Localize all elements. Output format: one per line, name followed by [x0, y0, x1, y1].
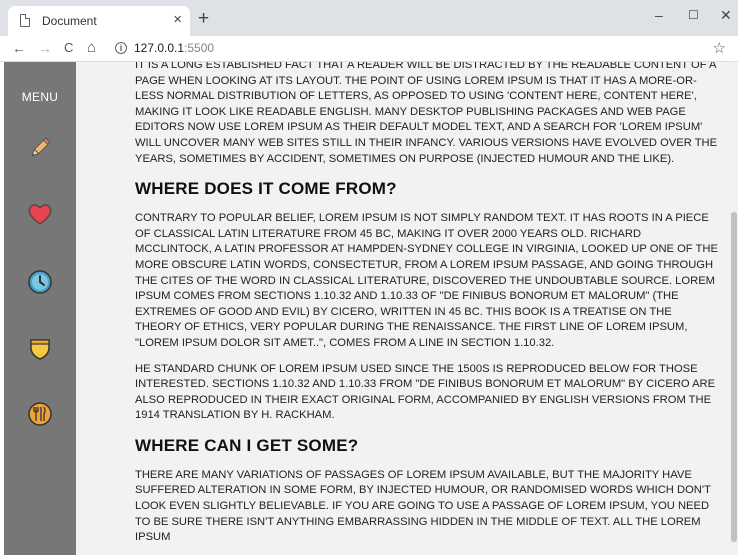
- heading-where-get: Where can I get some?: [135, 435, 359, 455]
- main-content: It is a long established fact that a rea…: [76, 62, 730, 555]
- heading-where-from: Where does it come from?: [135, 179, 397, 199]
- maximize-button[interactable]: ☐: [688, 6, 699, 24]
- shield-icon[interactable]: [26, 334, 54, 362]
- menu-label[interactable]: MENU: [4, 90, 76, 104]
- paragraph-origin: Contrary to popular belief, Lorem Ipsum …: [135, 212, 718, 349]
- sidebar: MENU: [4, 62, 76, 555]
- paragraph-standard-chunk: he standard chunk of Lorem Ipsum used si…: [135, 362, 716, 422]
- url-port: :5500: [184, 41, 215, 55]
- reload-button[interactable]: C: [64, 39, 73, 57]
- paragraph-intro: It is a long established fact that a rea…: [135, 62, 718, 165]
- minimize-button[interactable]: –: [655, 6, 663, 24]
- browser-toolbar: ← → C ⌂ i 127.0.0.1:5500 ☆: [0, 36, 738, 62]
- browser-tab[interactable]: Document ×: [8, 6, 190, 36]
- back-button[interactable]: ←: [12, 39, 26, 57]
- new-tab-button[interactable]: +: [198, 9, 209, 28]
- article: It is a long established fact that a rea…: [135, 62, 719, 555]
- address-bar[interactable]: 127.0.0.1:5500: [134, 41, 214, 55]
- browser-titlebar: Document × + – ☐ ✕: [0, 0, 738, 36]
- forward-button[interactable]: →: [38, 39, 52, 57]
- close-window-button[interactable]: ✕: [720, 6, 732, 24]
- info-icon[interactable]: i: [115, 42, 127, 54]
- page-scrollbar[interactable]: [730, 62, 738, 555]
- document-icon: [20, 14, 30, 27]
- home-button[interactable]: ⌂: [87, 39, 96, 57]
- scrollbar-thumb[interactable]: [731, 212, 737, 542]
- paragraph-variations: There are many variations of passages of…: [135, 468, 711, 544]
- clock-icon[interactable]: [26, 268, 54, 296]
- tab-title: Document: [42, 14, 97, 28]
- dining-icon[interactable]: [26, 400, 54, 428]
- tab-close-button[interactable]: ×: [173, 12, 182, 28]
- pencil-icon[interactable]: [26, 134, 54, 162]
- bookmark-star-icon[interactable]: ☆: [713, 39, 726, 57]
- heart-icon[interactable]: [26, 200, 54, 228]
- url-host: 127.0.0.1: [134, 41, 185, 55]
